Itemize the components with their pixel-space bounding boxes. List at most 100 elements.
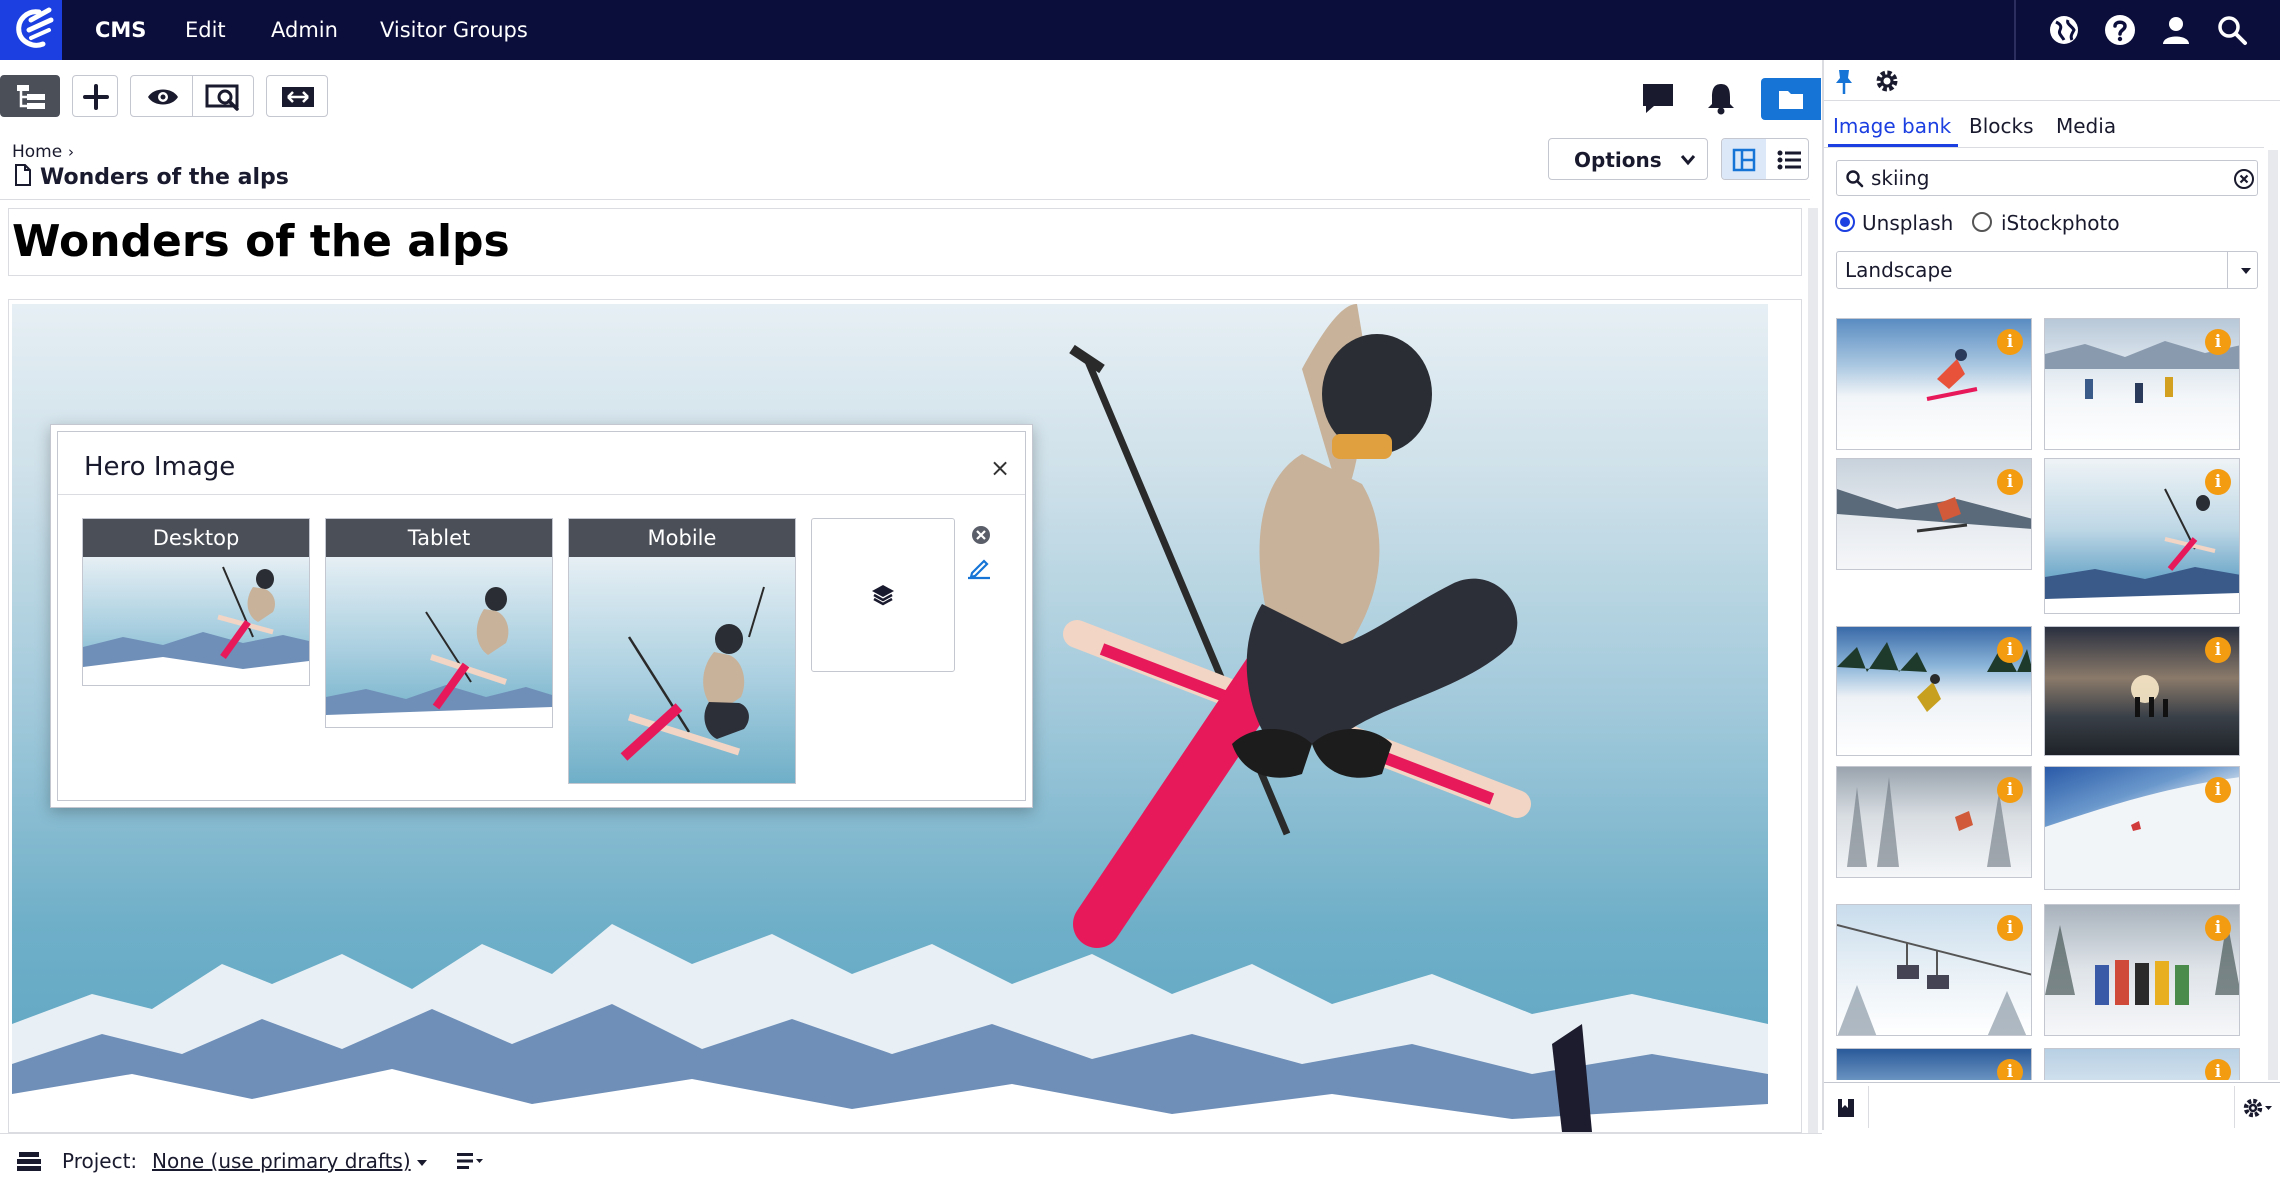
edit-pencil-icon[interactable]: [966, 556, 992, 580]
image-search-box: [1836, 160, 2258, 196]
page-tree-button[interactable]: [0, 75, 60, 117]
page-tree-icon: [17, 85, 45, 109]
panel-scrollbar[interactable]: [2268, 150, 2278, 1080]
breadcrumb-current-page: Wonders of the alps: [40, 165, 289, 190]
variant-tablet[interactable]: Tablet: [325, 518, 553, 728]
variant-tablet-thumbnail: [326, 557, 552, 727]
info-badge-icon[interactable]: i: [2205, 915, 2231, 941]
preview-eye-icon[interactable]: [146, 83, 180, 111]
top-navigation: CMS Edit Admin Visitor Groups: [0, 0, 2280, 60]
variant-desktop[interactable]: Desktop: [82, 518, 310, 686]
image-result[interactable]: i: [1836, 766, 2032, 878]
right-panel-border: [1822, 60, 1824, 1130]
image-result[interactable]: i: [1836, 458, 2032, 570]
options-button[interactable]: Options: [1548, 138, 1708, 180]
image-result[interactable]: i: [1836, 318, 2032, 450]
orientation-value: Landscape: [1845, 258, 1953, 282]
info-badge-icon[interactable]: i: [1997, 1059, 2023, 1080]
info-badge-icon[interactable]: i: [1997, 637, 2023, 663]
globe-icon[interactable]: [2046, 12, 2082, 48]
clear-circle-icon[interactable]: [970, 524, 992, 546]
image-result[interactable]: i: [2044, 1048, 2240, 1080]
layout-on-page-button[interactable]: [1722, 139, 1766, 179]
variant-tablet-label: Tablet: [326, 519, 552, 557]
info-badge-icon[interactable]: i: [2205, 637, 2231, 663]
search-icon[interactable]: [2214, 12, 2250, 48]
breadcrumb-home[interactable]: Home: [12, 142, 62, 162]
image-result[interactable]: i: [1836, 626, 2032, 756]
footer-separator: [2234, 1086, 2235, 1128]
close-icon[interactable]: ×: [990, 454, 1010, 482]
info-badge-icon[interactable]: i: [1997, 329, 2023, 355]
editor-scrollbar[interactable]: [1808, 208, 1818, 1134]
image-result[interactable]: i: [1836, 1048, 2032, 1080]
info-badge-icon[interactable]: i: [1997, 777, 2023, 803]
orientation-select[interactable]: Landscape: [1836, 251, 2258, 289]
tab-image-bank[interactable]: Image bank: [1833, 114, 1951, 138]
nav-edit[interactable]: Edit: [185, 0, 226, 60]
image-results-grid: i i i i i i i i i i i i: [1836, 318, 2258, 1080]
breadcrumb-chevron-icon: ›: [68, 143, 74, 161]
info-badge-icon[interactable]: i: [2205, 1059, 2231, 1080]
add-icon: [83, 84, 109, 110]
logo-icon: [16, 7, 54, 48]
info-badge-icon[interactable]: i: [2205, 777, 2231, 803]
options-label: Options: [1574, 148, 1662, 172]
nav-visitor-groups[interactable]: Visitor Groups: [380, 0, 528, 60]
nav-cms[interactable]: CMS: [95, 0, 146, 60]
variant-desktop-label: Desktop: [83, 519, 309, 557]
image-result[interactable]: i: [2044, 626, 2240, 756]
variant-mobile[interactable]: Mobile: [568, 518, 796, 784]
nav-admin[interactable]: Admin: [271, 0, 338, 60]
info-badge-icon[interactable]: i: [2205, 329, 2231, 355]
source-radio-istockphoto[interactable]: [1972, 212, 1992, 232]
project-selector[interactable]: None (use primary drafts): [152, 1149, 411, 1173]
search-icon: [1846, 170, 1864, 188]
preview-search-icon[interactable]: [205, 83, 243, 111]
tab-blocks[interactable]: Blocks: [1969, 114, 2034, 138]
chevron-down-icon: [1680, 155, 1696, 166]
source-radio-unsplash[interactable]: [1835, 212, 1855, 232]
assets-folder-icon: [1779, 91, 1803, 109]
compare-button[interactable]: [266, 75, 328, 117]
view-mode-group: [130, 75, 254, 117]
variant-mobile-thumbnail: [569, 557, 795, 783]
pin-icon[interactable]: [1833, 68, 1855, 96]
source-label-istockphoto[interactable]: iStockphoto: [2001, 211, 2120, 235]
image-search-input[interactable]: [1871, 163, 2211, 193]
image-result[interactable]: i: [1836, 904, 2032, 1036]
gear-icon[interactable]: [1874, 68, 1900, 94]
source-label-unsplash[interactable]: Unsplash: [1862, 211, 1953, 235]
image-result[interactable]: i: [2044, 458, 2240, 614]
add-button[interactable]: [72, 75, 118, 117]
layout-columns-icon: [1732, 148, 1756, 172]
variant-add-slot[interactable]: [811, 518, 955, 672]
settings-gear-icon[interactable]: [2242, 1096, 2274, 1120]
caret-down-icon: [2241, 268, 2251, 274]
image-result[interactable]: i: [2044, 904, 2240, 1036]
image-result[interactable]: i: [2044, 766, 2240, 890]
tab-media[interactable]: Media: [2056, 114, 2116, 138]
image-result[interactable]: i: [2044, 318, 2240, 450]
logo[interactable]: [0, 0, 62, 60]
bookmark-icon[interactable]: [1836, 1097, 1856, 1119]
info-badge-icon[interactable]: i: [1997, 469, 2023, 495]
assets-pane-button[interactable]: [1761, 78, 1821, 120]
caret-down-icon[interactable]: [416, 1159, 428, 1167]
notifications-bell-icon[interactable]: [1703, 80, 1739, 116]
project-items-icon[interactable]: [456, 1151, 484, 1171]
page-title[interactable]: Wonders of the alps: [12, 216, 510, 267]
info-badge-icon[interactable]: i: [1997, 915, 2023, 941]
dialog-title: Hero Image: [84, 452, 236, 482]
nav-divider: [2014, 0, 2016, 60]
comments-icon[interactable]: [1640, 80, 1676, 116]
bottom-bar-divider: [0, 1133, 1822, 1134]
user-icon[interactable]: [2158, 12, 2194, 48]
help-icon[interactable]: [2102, 12, 2138, 48]
project-label: Project:: [62, 1149, 138, 1173]
info-badge-icon[interactable]: i: [2205, 469, 2231, 495]
variant-mobile-label: Mobile: [569, 519, 795, 557]
clear-search-icon[interactable]: [2233, 168, 2255, 190]
variant-desktop-thumbnail: [83, 557, 309, 685]
dialog-body: Hero Image × Desktop Tablet Mobile: [57, 431, 1026, 801]
